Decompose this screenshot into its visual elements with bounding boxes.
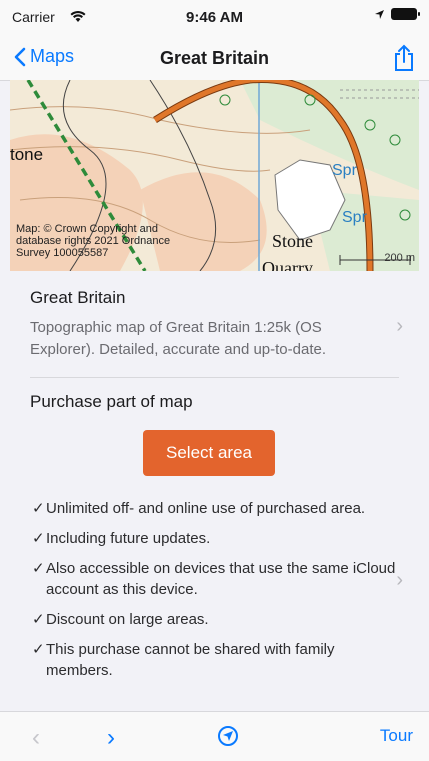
chevron-right-icon[interactable]: ›	[396, 569, 403, 592]
product-details: Great Britain Topographic map of Great B…	[0, 271, 429, 711]
status-bar: Carrier 9:46 AM	[0, 0, 429, 40]
check-icon: ✓	[32, 611, 45, 628]
locate-button[interactable]	[217, 725, 239, 752]
credit-line: database rights 2021 Ordnance	[16, 235, 171, 247]
list-item: ✓ This purchase cannot be shared with fam…	[32, 641, 335, 679]
credit-line: Survey 100055587	[16, 247, 109, 259]
check-icon: ✓	[32, 500, 45, 517]
next-button[interactable]: ›	[107, 724, 115, 752]
divider	[30, 377, 399, 378]
credit-line: Map: © Crown Copyright and	[16, 223, 159, 235]
check-icon: ✓	[32, 560, 45, 577]
map-credit: Map: © Crown Copyright and database righ…	[16, 223, 170, 259]
map-label: Spr	[342, 209, 368, 226]
previous-button[interactable]: ‹	[32, 724, 40, 752]
share-icon	[395, 44, 413, 71]
select-area-button[interactable]: Select area	[143, 430, 275, 476]
navigation-bar: Maps Great Britain	[0, 40, 429, 81]
benefits-list: ✓ Unlimited off- and online use of purcha…	[32, 498, 397, 690]
scale-label: 200 m	[384, 252, 415, 264]
product-title: Great Britain	[30, 288, 126, 307]
clock: 9:46 AM	[186, 9, 243, 26]
map-label: Stone	[272, 231, 313, 251]
list-item: ✓ Discount on large areas.	[32, 611, 209, 628]
product-description: Topographic map of Great Britain 1:25k (…	[30, 319, 326, 358]
list-item: ✓ Including future updates.	[32, 530, 211, 547]
battery-icon	[391, 8, 420, 20]
list-item: ✓ Unlimited off- and online use of purcha…	[32, 500, 366, 517]
map-preview[interactable]: tone Spr Spr Stone Quarry Map: © Crown C…	[10, 80, 419, 271]
list-item: ✓ Also accessible on devices that use the…	[32, 560, 396, 598]
map-label: Quarry	[262, 258, 313, 271]
check-icon: ✓	[32, 530, 45, 547]
map-label: Spr	[332, 162, 358, 179]
page-title: Great Britain	[159, 48, 270, 68]
tour-button[interactable]: Tour	[380, 726, 413, 746]
share-button[interactable]	[393, 44, 415, 77]
map-label: tone	[10, 145, 43, 164]
purchase-heading: Purchase part of map	[30, 392, 193, 411]
chevron-right-icon: ›	[396, 315, 403, 337]
location-arrow-icon	[218, 726, 238, 746]
location-services-icon	[375, 9, 384, 19]
bottom-toolbar: ‹ › Tour	[0, 711, 429, 761]
check-icon: ✓	[32, 641, 45, 658]
product-info-row[interactable]: Great Britain Topographic map of Great B…	[0, 271, 429, 377]
